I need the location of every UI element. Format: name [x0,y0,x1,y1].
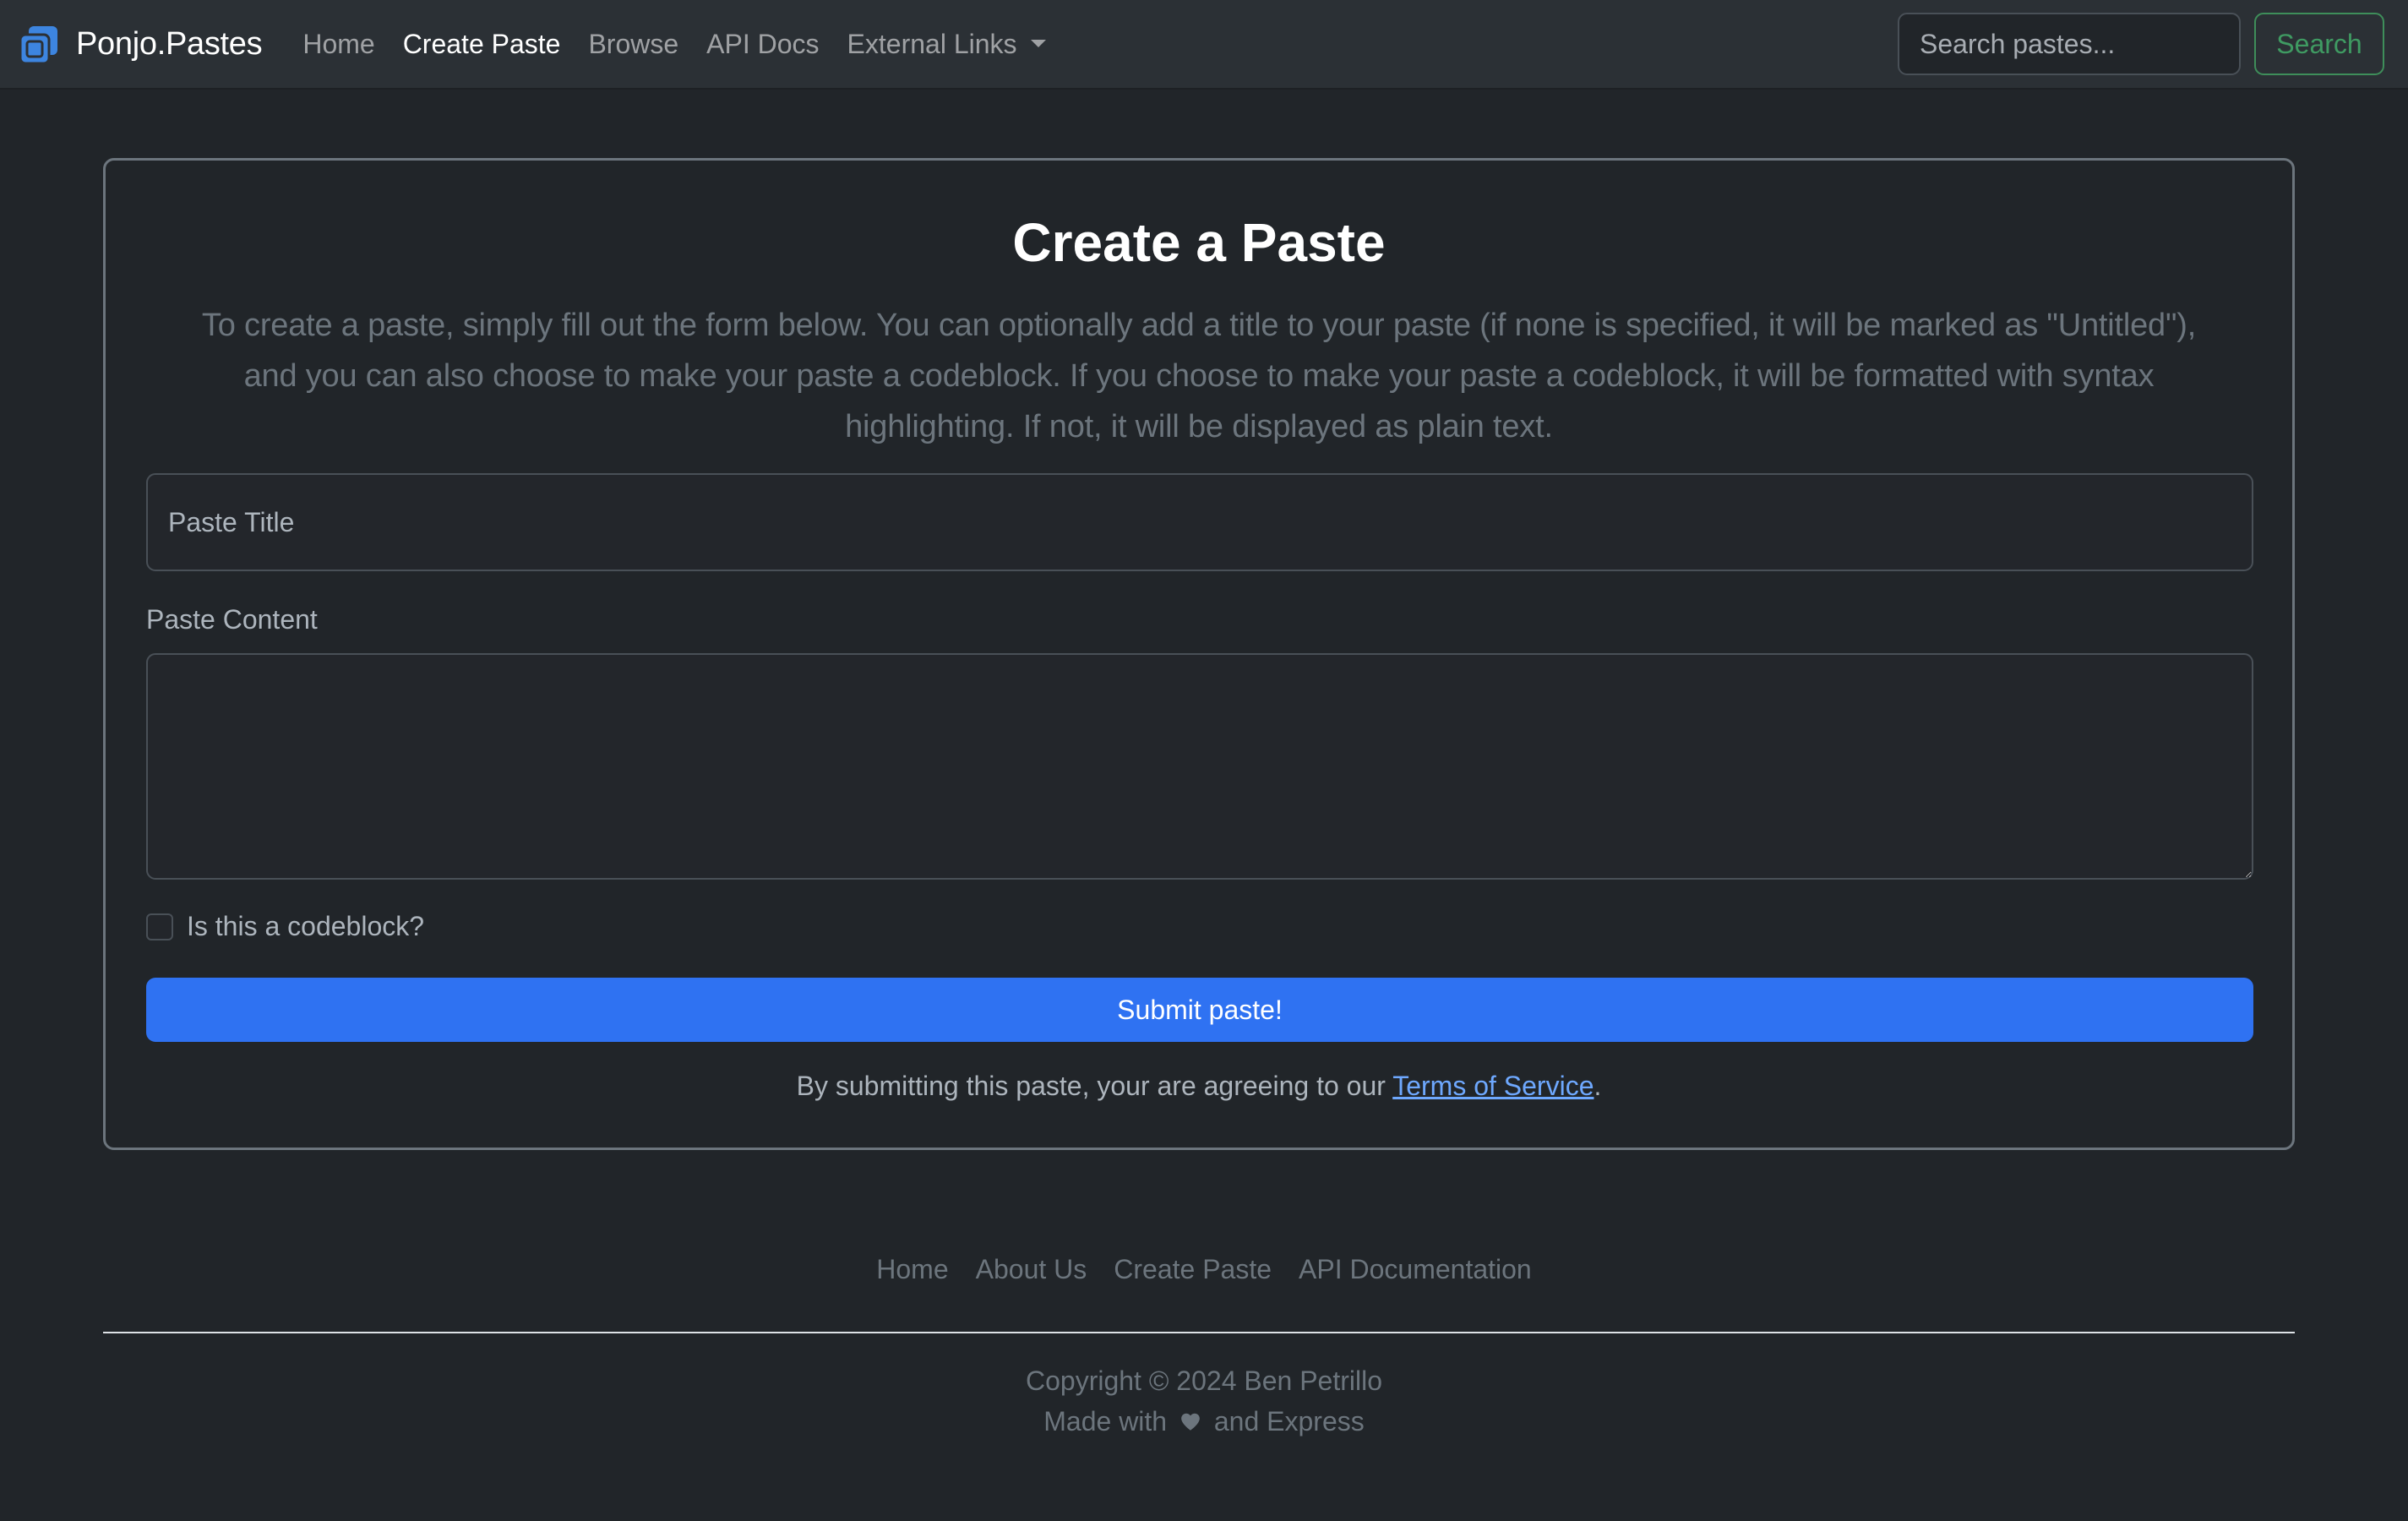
search-form: Search [1898,13,2384,75]
brand-link[interactable]: Ponjo.Pastes [19,23,263,65]
footer-link-create-paste[interactable]: Create Paste [1114,1254,1272,1285]
nav-links: Home Create Paste Browse API Docs Extern… [302,29,1073,60]
page-title: Create a Paste [1012,212,1386,273]
codeblock-checkbox[interactable] [146,913,173,940]
submit-paste-button[interactable]: Submit paste! [146,978,2253,1042]
footer-link-about-us[interactable]: About Us [976,1254,1087,1285]
nav-link-browse[interactable]: Browse [588,29,678,60]
nav-dropdown-external-links[interactable]: External Links [847,29,1046,60]
codeblock-checkbox-label[interactable]: Is this a codeblock? [187,911,424,942]
intro-text: To create a paste, simply fill out the f… [201,308,2197,444]
nav-link-api-docs[interactable]: API Docs [706,29,819,60]
paste-content-label: Paste Content [146,604,318,635]
copy-icon [19,26,57,65]
heart-icon [1181,1413,1200,1431]
made-with-text: Made with and Express [0,1406,2408,1437]
terms-of-service-link[interactable]: Terms of Service [1392,1071,1594,1101]
nav-link-create-paste[interactable]: Create Paste [403,29,561,60]
made-with-prefix: Made with [1043,1406,1168,1436]
brand-name: Ponjo.Pastes [76,25,263,62]
copyright-text: Copyright © 2024 Ben Petrillo [1025,1366,1383,1396]
tos-suffix: . [1594,1071,1602,1101]
nav-link-home[interactable]: Home [302,29,374,60]
footer-nav: Home About Us Create Paste API Documenta… [0,1254,2408,1285]
nav-dropdown-label: External Links [847,28,1017,59]
top-navbar: Ponjo.Pastes Home Create Paste Browse AP… [0,0,2408,90]
search-button[interactable]: Search [2254,13,2384,75]
tos-prefix: By submitting this paste, your are agree… [796,1071,1393,1101]
tos-notice: By submitting this paste, your are agree… [106,1071,2292,1102]
codeblock-option: Is this a codeblock? [146,911,424,942]
paste-title-input[interactable] [146,473,2253,571]
footer-link-api-documentation[interactable]: API Documentation [1299,1254,1532,1285]
footer-divider [103,1332,2295,1333]
create-paste-card: Create a Paste To create a paste, simply… [103,158,2295,1150]
search-input[interactable] [1898,13,2241,75]
caret-down-icon [1030,39,1046,47]
footer-link-home[interactable]: Home [876,1254,948,1285]
made-with-suffix: and Express [1213,1406,1365,1436]
paste-content-textarea[interactable] [146,653,2253,880]
